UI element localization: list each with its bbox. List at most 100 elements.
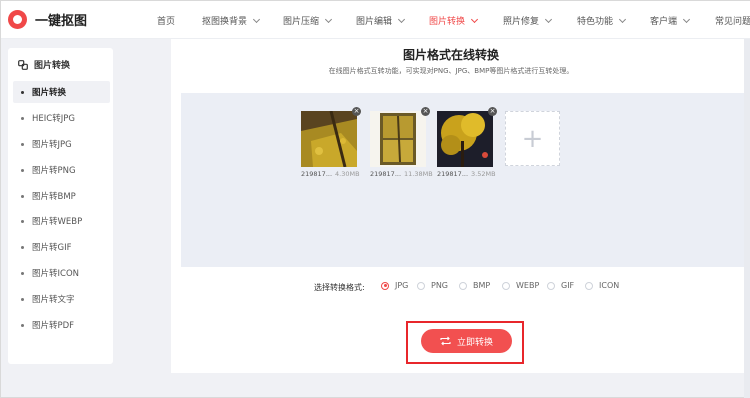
bullet-icon	[21, 116, 24, 120]
bullet-icon	[21, 245, 24, 249]
nav-label: 特色功能	[577, 17, 614, 27]
format-option-bmp[interactable]: BMP	[459, 281, 490, 290]
bullet-icon	[21, 219, 24, 223]
bullet-icon	[21, 90, 24, 94]
sidebar-item-to-pdf[interactable]: 图片转PDF	[13, 314, 110, 336]
nav-label: 图片转换	[429, 17, 466, 27]
file-size: 4.30MB	[335, 170, 360, 178]
nav-item-edit[interactable]: 图片编辑	[356, 14, 406, 27]
sidebar-heading-label: 图片转换	[34, 61, 71, 71]
remove-file-icon[interactable]: ×	[352, 107, 361, 116]
format-option-gif[interactable]: GIF	[547, 281, 574, 290]
upload-area[interactable]: × 219817... 4.30MB × 219817... 11.38MB ×…	[181, 93, 749, 267]
add-file-button[interactable]: +	[505, 111, 560, 166]
format-option-jpg[interactable]: JPG	[381, 281, 408, 290]
nav-item-compress[interactable]: 图片压缩	[283, 14, 333, 27]
radio-icon	[547, 281, 555, 290]
sidebar-item-to-icon[interactable]: 图片转ICON	[13, 262, 110, 284]
nav-item-repair[interactable]: 照片修复	[503, 14, 553, 27]
sidebar-item-label: 图片转WEBP	[32, 217, 83, 227]
chevron-down-icon	[252, 15, 261, 23]
page-subtitle: 在线图片格式互转功能，可实现对PNG、JPG、BMP等图片格式进行互转处理。	[328, 67, 574, 75]
logo[interactable]: 一键抠图	[8, 10, 87, 29]
sidebar-item-label: HEIC转JPG	[32, 114, 75, 124]
nav-label: 抠图换背景	[202, 17, 248, 27]
file-thumbnail[interactable]: ×	[437, 107, 497, 167]
sidebar-item-to-png[interactable]: 图片转PNG	[13, 159, 110, 181]
logo-icon	[8, 10, 27, 29]
sidebar-item-label: 图片转PNG	[32, 166, 76, 176]
file-thumbnail[interactable]: ×	[301, 107, 361, 167]
sidebar-item-label: 图片转换	[32, 88, 67, 98]
file-name: 219817...	[370, 170, 402, 178]
format-option-label: GIF	[561, 281, 575, 290]
radio-icon	[585, 281, 593, 290]
file-info: 219817... 4.30MB	[301, 170, 360, 178]
sidebar-item-heic-jpg[interactable]: HEIC转JPG	[13, 107, 110, 129]
convert-icon	[440, 336, 451, 346]
nav-label: 首页	[157, 17, 176, 27]
main-panel: 图片格式在线转换 在线图片格式互转功能，可实现对PNG、JPG、BMP等图片格式…	[171, 39, 750, 373]
sidebar-item-label: 图片转BMP	[32, 192, 76, 202]
nav-item-features[interactable]: 特色功能	[577, 14, 627, 27]
convert-button[interactable]: 立即转换	[421, 329, 512, 353]
chevron-down-icon	[470, 15, 479, 23]
sidebar-item-label: 图片转JPG	[32, 140, 72, 150]
bullet-icon	[21, 194, 24, 198]
chevron-down-icon	[397, 15, 406, 23]
nav-item-home[interactable]: 首页	[157, 14, 175, 27]
nav-label: 图片编辑	[356, 17, 393, 27]
file-name: 219817...	[301, 170, 333, 178]
format-option-label: ICON	[599, 281, 620, 290]
sidebar-item-to-bmp[interactable]: 图片转BMP	[13, 185, 110, 207]
sidebar-item-label: 图片转文字	[32, 295, 75, 305]
radio-icon	[459, 281, 467, 290]
radio-selected-icon	[381, 281, 389, 290]
sidebar-item-label: 图片转PDF	[32, 321, 75, 331]
format-option-label: JPG	[395, 281, 409, 290]
format-option-label: WEBP	[516, 281, 540, 290]
file-size: 11.38MB	[404, 170, 433, 178]
sidebar-item-label: 图片转GIF	[32, 243, 72, 253]
format-option-label: BMP	[473, 281, 491, 290]
page-title: 图片格式在线转换	[402, 48, 499, 62]
sidebar: 图片转换 图片转换 HEIC转JPG 图片转JPG 图片转PNG 图片转BMP …	[8, 48, 113, 364]
sidebar-item-label: 图片转ICON	[32, 269, 79, 279]
bullet-icon	[21, 297, 24, 301]
format-option-png[interactable]: PNG	[417, 281, 448, 290]
sidebar-item-to-webp[interactable]: 图片转WEBP	[13, 210, 110, 232]
nav-label: 客户端	[650, 17, 678, 27]
file-name: 219817...	[437, 170, 469, 178]
scrollbar-track[interactable]	[744, 39, 750, 398]
brand-name: 一键抠图	[35, 14, 88, 29]
bullet-icon	[21, 168, 24, 172]
nav-label: 常见问题	[715, 17, 750, 27]
chevron-down-icon	[618, 15, 627, 23]
file-thumbnail[interactable]: ×	[370, 107, 430, 167]
radio-icon	[417, 281, 425, 290]
sidebar-item-to-jpg[interactable]: 图片转JPG	[13, 133, 110, 155]
convert-icon	[18, 59, 28, 70]
nav-item-faq[interactable]: 常见问题	[715, 14, 750, 27]
nav-label: 图片压缩	[283, 17, 320, 27]
remove-file-icon[interactable]: ×	[421, 107, 430, 116]
chevron-down-icon	[682, 15, 691, 23]
file-info: 219817... 11.38MB	[370, 170, 433, 178]
format-option-icon[interactable]: ICON	[585, 281, 619, 290]
convert-button-label: 立即转换	[456, 337, 493, 348]
radio-icon	[502, 281, 510, 290]
thumbnail-image	[437, 111, 493, 167]
format-option-label: PNG	[431, 281, 449, 290]
format-label: 选择转换格式:	[314, 283, 365, 292]
nav-item-client[interactable]: 客户端	[650, 14, 691, 27]
format-option-webp[interactable]: WEBP	[502, 281, 539, 290]
sidebar-item-to-gif[interactable]: 图片转GIF	[13, 236, 110, 258]
top-nav: 一键抠图 首页 抠图换背景 图片压缩 图片编辑 图片转换 照片修复 特色功能 客…	[1, 1, 750, 39]
thumbnail-image	[301, 111, 357, 167]
nav-item-convert[interactable]: 图片转换	[429, 14, 479, 27]
sidebar-item-to-text[interactable]: 图片转文字	[13, 288, 110, 310]
remove-file-icon[interactable]: ×	[488, 107, 497, 116]
nav-label: 照片修复	[503, 17, 540, 27]
sidebar-item-image-convert[interactable]: 图片转换	[13, 81, 110, 103]
nav-item-cutout[interactable]: 抠图换背景	[202, 14, 261, 27]
